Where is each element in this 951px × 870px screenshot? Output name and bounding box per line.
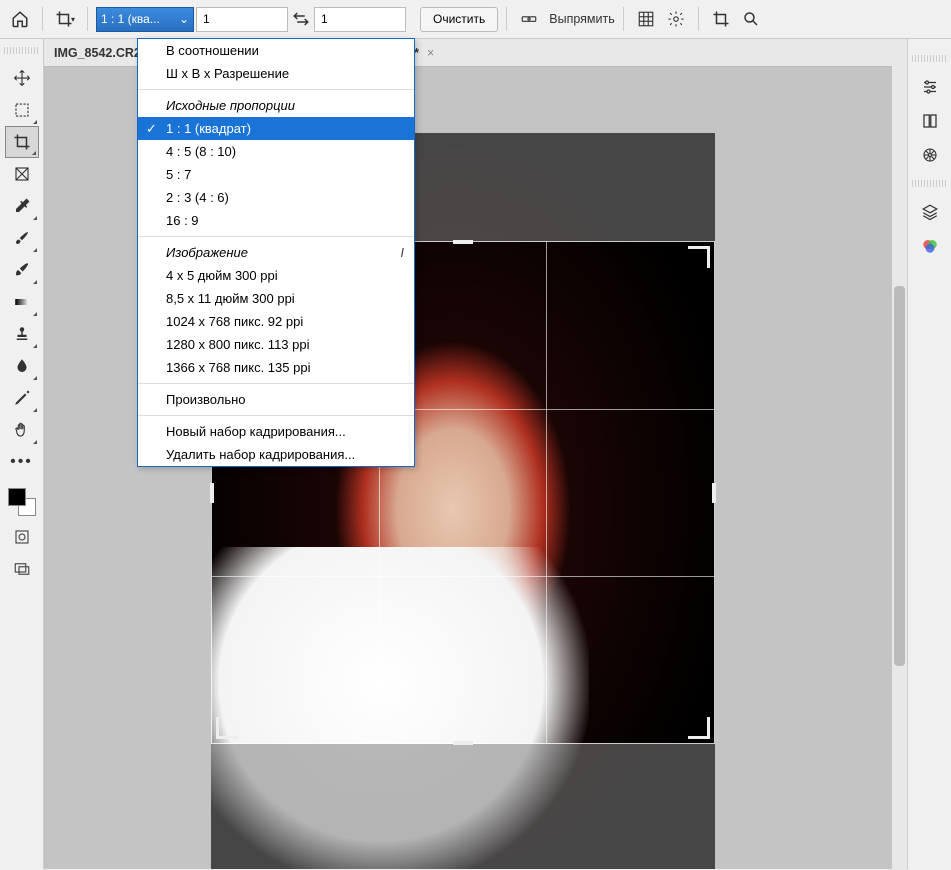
quick-mask-button[interactable]: [11, 526, 33, 548]
eyedropper-icon: [13, 197, 31, 215]
adjustments-panel-button[interactable]: [915, 72, 945, 102]
ellipsis-icon: •••: [10, 453, 33, 471]
dd-preset-1366[interactable]: 1366 x 768 пикс. 135 ppi: [138, 356, 414, 379]
dd-preset-1280[interactable]: 1280 x 800 пикс. 113 ppi: [138, 333, 414, 356]
blur-icon: [13, 357, 31, 375]
magnify-icon: [742, 10, 760, 28]
marquee-tool[interactable]: [5, 94, 39, 126]
panel-separator: [912, 180, 948, 187]
swap-icon: [292, 10, 310, 28]
dd-arbitrary[interactable]: Произвольно: [138, 388, 414, 411]
dd-preset-1024[interactable]: 1024 x 768 пикс. 92 ppi: [138, 310, 414, 333]
panels-dock: [907, 39, 951, 869]
options-bar: ▾ 1 : 1 (ква... ⌄ Очистить Выпрямить: [0, 0, 951, 39]
crop-tool-preset-button[interactable]: ▾: [51, 5, 79, 33]
stamp-icon: [13, 325, 31, 343]
brush-icon: [13, 229, 31, 247]
styles-icon: [921, 112, 939, 130]
crop-reset-icon: [712, 10, 730, 28]
straighten-label: Выпрямить: [549, 12, 615, 26]
layers-icon: [921, 203, 939, 221]
more-tools[interactable]: •••: [5, 446, 39, 478]
home-button[interactable]: [6, 5, 34, 33]
gear-icon: [667, 10, 685, 28]
overlay-options-button[interactable]: [632, 5, 660, 33]
straighten-button[interactable]: [515, 5, 543, 33]
crop-dim-bottom: [211, 744, 715, 869]
aspect-ratio-dropdown: В соотношении Ш x В x Разрешение Исходны…: [137, 38, 415, 467]
crop-height-input[interactable]: [314, 7, 406, 32]
dd-16-9[interactable]: 16 : 9: [138, 209, 414, 232]
screen-icon: [13, 560, 31, 578]
frame-icon: [13, 165, 31, 183]
tools-panel: •••: [0, 39, 44, 869]
aspect-ratio-label: 1 : 1 (ква...: [101, 12, 160, 26]
eyedropper-tool[interactable]: [5, 190, 39, 222]
art-brush-tool[interactable]: [5, 254, 39, 286]
hand-tool[interactable]: [5, 414, 39, 446]
wheel-icon: [921, 146, 939, 164]
dd-5-7[interactable]: 5 : 7: [138, 163, 414, 186]
chevron-down-icon: ⌄: [179, 12, 189, 26]
frame-tool[interactable]: [5, 158, 39, 190]
dd-in-ratio[interactable]: В соотношении: [138, 39, 414, 62]
move-icon: [13, 69, 31, 87]
channels-panel-button[interactable]: [915, 231, 945, 261]
gradient-tool[interactable]: [5, 286, 39, 318]
hand-icon: [13, 421, 31, 439]
stamp-tool[interactable]: [5, 318, 39, 350]
sliders-icon: [921, 78, 939, 96]
gradient-icon: [13, 293, 31, 311]
reset-crop-button[interactable]: [707, 5, 735, 33]
crop-tool-icon: [13, 133, 31, 151]
dd-delete-preset[interactable]: Удалить набор кадрирования...: [138, 443, 414, 466]
crop-width-input[interactable]: [196, 7, 288, 32]
dd-preset-85x11[interactable]: 8,5 x 11 дюйм 300 ppi: [138, 287, 414, 310]
styles-panel-button[interactable]: [915, 106, 945, 136]
brush-tool[interactable]: [5, 222, 39, 254]
dd-new-preset[interactable]: Новый набор кадрирования...: [138, 420, 414, 443]
grid-icon: [637, 10, 655, 28]
marquee-icon: [13, 101, 31, 119]
crop-tool[interactable]: [5, 126, 39, 158]
pen-tool[interactable]: [5, 382, 39, 414]
panel-grip[interactable]: [4, 47, 40, 54]
navigator-panel-button[interactable]: [915, 140, 945, 170]
dd-wxh-res[interactable]: Ш x В x Разрешение: [138, 62, 414, 85]
color-swatch[interactable]: [8, 488, 36, 516]
dd-2-3[interactable]: 2 : 3 (4 : 6): [138, 186, 414, 209]
aspect-ratio-select[interactable]: 1 : 1 (ква... ⌄: [96, 7, 194, 32]
screen-mode-button[interactable]: [11, 558, 33, 580]
crop-options-button[interactable]: [662, 5, 690, 33]
art-brush-icon: [13, 261, 31, 279]
vertical-scrollbar[interactable]: [892, 66, 907, 870]
close-tab-button[interactable]: ×: [427, 46, 434, 60]
swap-dimensions-button[interactable]: [290, 5, 312, 33]
home-icon: [11, 10, 29, 28]
layers-panel-button[interactable]: [915, 197, 945, 227]
channels-icon: [921, 237, 939, 255]
dd-1-1[interactable]: 1 : 1 (квадрат): [138, 117, 414, 140]
pen-icon: [13, 389, 31, 407]
panel-grip[interactable]: [912, 55, 948, 62]
content-aware-button[interactable]: [737, 5, 765, 33]
scrollbar-thumb[interactable]: [894, 286, 905, 666]
mask-icon: [13, 528, 31, 546]
smudge-tool[interactable]: [5, 350, 39, 382]
dd-4-5[interactable]: 4 : 5 (8 : 10): [138, 140, 414, 163]
level-icon: [520, 10, 538, 28]
clear-button[interactable]: Очистить: [420, 7, 498, 32]
dd-header-image: ИзображениеI: [138, 241, 414, 264]
dd-preset-4x5[interactable]: 4 x 5 дюйм 300 ppi: [138, 264, 414, 287]
dd-header-original: Исходные пропорции: [138, 94, 414, 117]
move-tool[interactable]: [5, 62, 39, 94]
foreground-color[interactable]: [8, 488, 26, 506]
